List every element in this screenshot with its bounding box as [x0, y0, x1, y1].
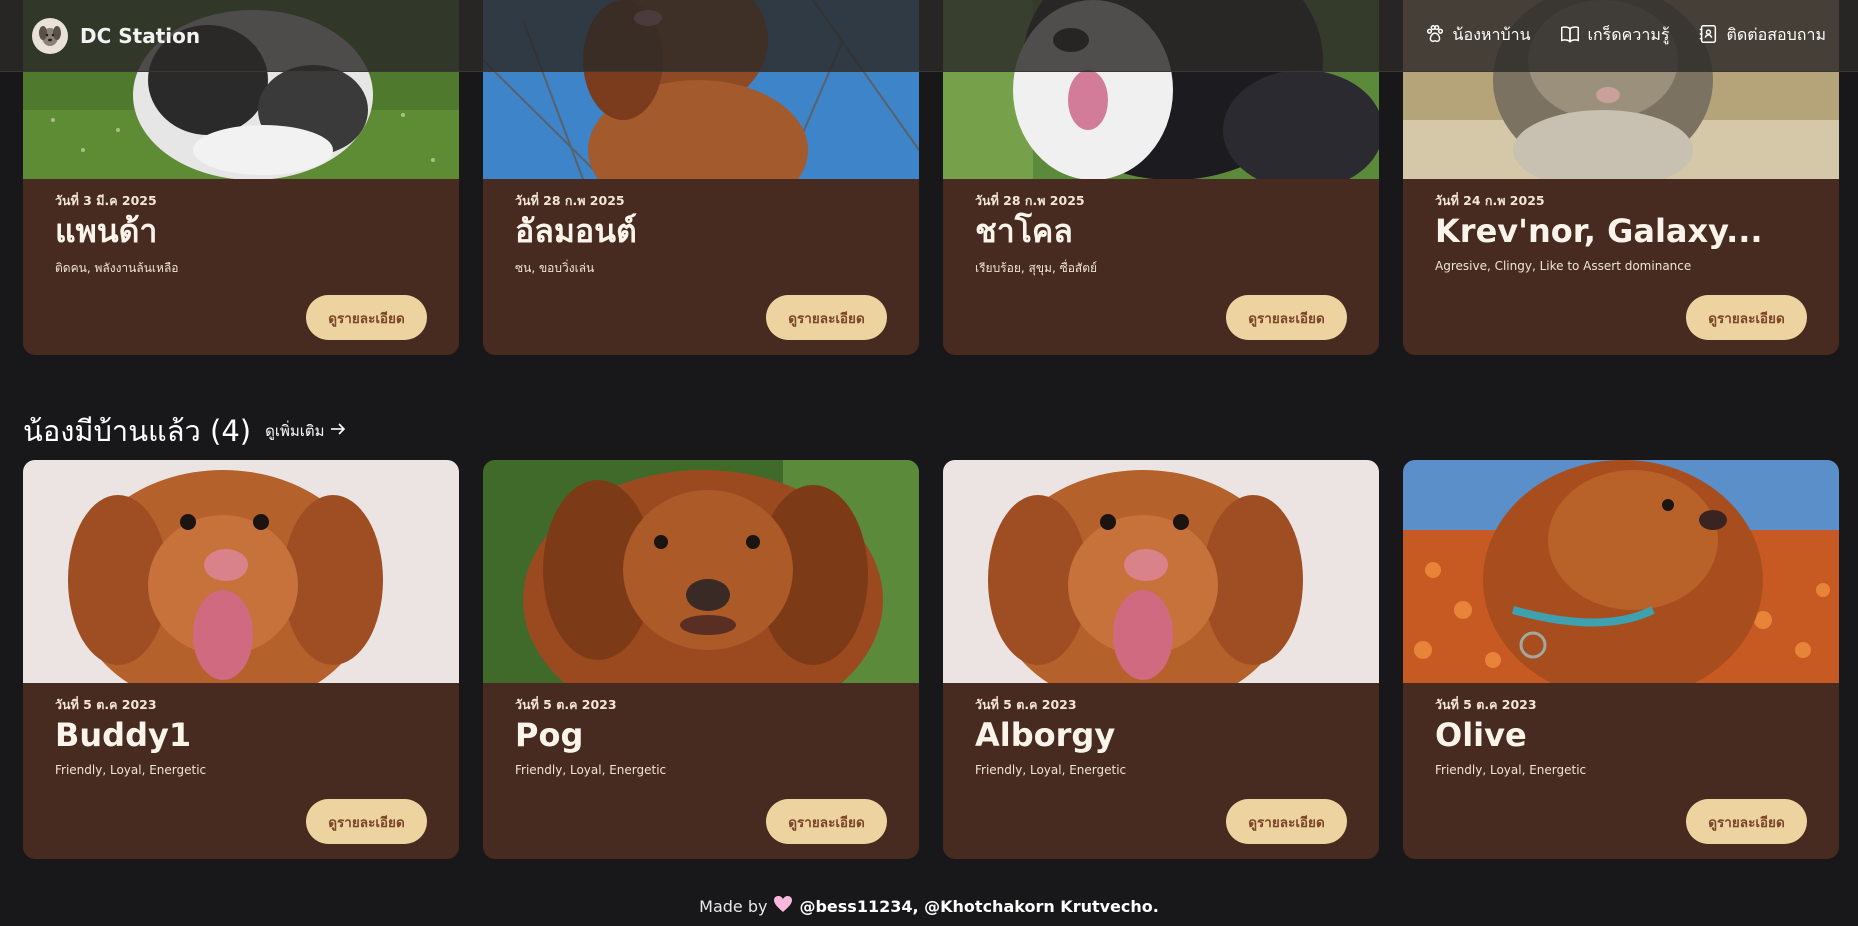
card-name: แพนด้า [55, 212, 158, 250]
card-tags: ติดคน, พลังงานล้นเหลือ [55, 261, 179, 275]
see-more-link[interactable]: ดูเพิ่มเติม [265, 419, 346, 443]
view-details-button[interactable]: ดูรายละเอียด [306, 799, 427, 844]
card-date: วันที่ 3 มี.ค 2025 [55, 193, 157, 208]
card-date: วันที่ 28 ก.พ 2025 [975, 193, 1085, 208]
top-navbar: DC Station น้องหาบ้าน เกร็ดความรู้ ติดต่… [0, 0, 1858, 72]
card-name: Alborgy [975, 716, 1116, 754]
contact-icon [1697, 23, 1719, 49]
pet-card[interactable]: วันที่ 5 ต.ค 2023 Buddy1 Friendly, Loyal… [23, 460, 459, 859]
card-name: ชาโคล [975, 212, 1073, 250]
pet-photo [943, 460, 1379, 683]
nav-links: น้องหาบ้าน เกร็ดความรู้ ติดต่อสอบถาม [1424, 23, 1826, 49]
pet-photo [1403, 460, 1839, 683]
paw-icon [1424, 23, 1446, 49]
card-tags: Friendly, Loyal, Energetic [975, 763, 1127, 777]
pet-card[interactable]: วันที่ 5 ต.ค 2023 Alborgy Friendly, Loya… [943, 460, 1379, 859]
view-details-button[interactable]: ดูรายละเอียด [1226, 799, 1347, 844]
adopted-grid: วันที่ 5 ต.ค 2023 Buddy1 Friendly, Loyal… [23, 460, 1839, 859]
card-tags: Agresive, Clingy, Like to Assert dominan… [1435, 259, 1692, 273]
card-date: วันที่ 5 ต.ค 2023 [55, 697, 157, 712]
card-name: อัลมอนต์ [515, 212, 637, 250]
adopted-section-header: น้องมีบ้านแล้ว (4) ดูเพิ่มเติม [23, 408, 346, 454]
book-icon [1559, 23, 1581, 49]
view-details-button[interactable]: ดูรายละเอียด [1686, 799, 1807, 844]
nav-link-label: น้องหาบ้าน [1452, 25, 1531, 44]
view-details-button[interactable]: ดูรายละเอียด [306, 295, 427, 340]
dog-logo-icon [32, 17, 68, 54]
nav-link-label: เกร็ดความรู้ [1587, 25, 1670, 44]
card-name: Olive [1435, 716, 1527, 754]
footer-authors: @bess11234, @Khotchakorn Krutvecho. [799, 896, 1159, 916]
card-date: วันที่ 28 ก.พ 2025 [515, 193, 625, 208]
card-date: วันที่ 5 ต.ค 2023 [515, 697, 617, 712]
heart-icon [773, 895, 793, 917]
view-details-button[interactable]: ดูรายละเอียด [1226, 295, 1347, 340]
nav-link-find-home[interactable]: น้องหาบ้าน [1424, 23, 1531, 49]
nav-link-label: ติดต่อสอบถาม [1726, 25, 1826, 44]
made-by-label: Made by [699, 896, 768, 916]
card-name: Buddy1 [55, 716, 192, 754]
card-tags: ซน, ขอบวิ่งเล่น [515, 261, 595, 275]
card-name: Krev'nor, Galaxy... [1435, 212, 1763, 250]
card-date: วันที่ 24 ก.พ 2025 [1435, 193, 1545, 208]
card-tags: Friendly, Loyal, Energetic [1435, 763, 1587, 777]
view-details-button[interactable]: ดูรายละเอียด [1686, 295, 1807, 340]
pet-card[interactable]: วันที่ 5 ต.ค 2023 Olive Friendly, Loyal,… [1403, 460, 1839, 859]
card-tags: Friendly, Loyal, Energetic [515, 763, 667, 777]
see-more-label: ดูเพิ่มเติม [265, 422, 325, 440]
nav-link-contact[interactable]: ติดต่อสอบถาม [1697, 23, 1826, 49]
arrow-right-icon [330, 422, 346, 440]
brand[interactable]: DC Station [32, 17, 201, 54]
brand-name: DC Station [80, 23, 201, 48]
pet-photo [23, 460, 459, 683]
pet-card[interactable]: วันที่ 5 ต.ค 2023 Pog Friendly, Loyal, E… [483, 460, 919, 859]
card-name: Pog [515, 716, 584, 754]
view-details-button[interactable]: ดูรายละเอียด [766, 799, 887, 844]
section-title: น้องมีบ้านแล้ว (4) [23, 414, 252, 448]
view-details-button[interactable]: ดูรายละเอียด [766, 295, 887, 340]
card-tags: เรียบร้อย, สุขุม, ซื่อสัตย์ [975, 261, 1098, 275]
card-date: วันที่ 5 ต.ค 2023 [1435, 697, 1537, 712]
card-date: วันที่ 5 ต.ค 2023 [975, 697, 1077, 712]
card-tags: Friendly, Loyal, Energetic [55, 763, 207, 777]
footer: Made by @bess11234, @Khotchakorn Krutvec… [0, 895, 1858, 917]
nav-link-knowledge[interactable]: เกร็ดความรู้ [1559, 23, 1670, 49]
pet-photo [483, 460, 919, 683]
